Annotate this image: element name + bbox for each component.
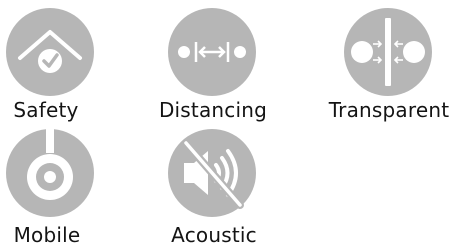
feature-mobile: Mobile	[0, 129, 116, 249]
speaker-muted-icon	[168, 129, 256, 217]
feature-label-distancing: Distancing	[158, 98, 268, 122]
feature-label-transparent: Transparent	[328, 98, 450, 122]
feature-transparent: Transparent	[323, 8, 453, 128]
distance-arrows-icon	[168, 8, 256, 96]
feature-acoustic: Acoustic	[148, 129, 278, 249]
mobile-stand-icon	[6, 129, 94, 217]
feature-label-safety: Safety	[13, 98, 79, 122]
feature-distancing: Distancing	[148, 8, 278, 128]
house-check-icon	[6, 8, 94, 96]
feature-label-mobile: Mobile	[13, 223, 81, 247]
feature-safety: Safety	[0, 8, 116, 128]
feature-label-acoustic: Acoustic	[171, 223, 257, 247]
transparent-divider-icon	[344, 8, 432, 96]
